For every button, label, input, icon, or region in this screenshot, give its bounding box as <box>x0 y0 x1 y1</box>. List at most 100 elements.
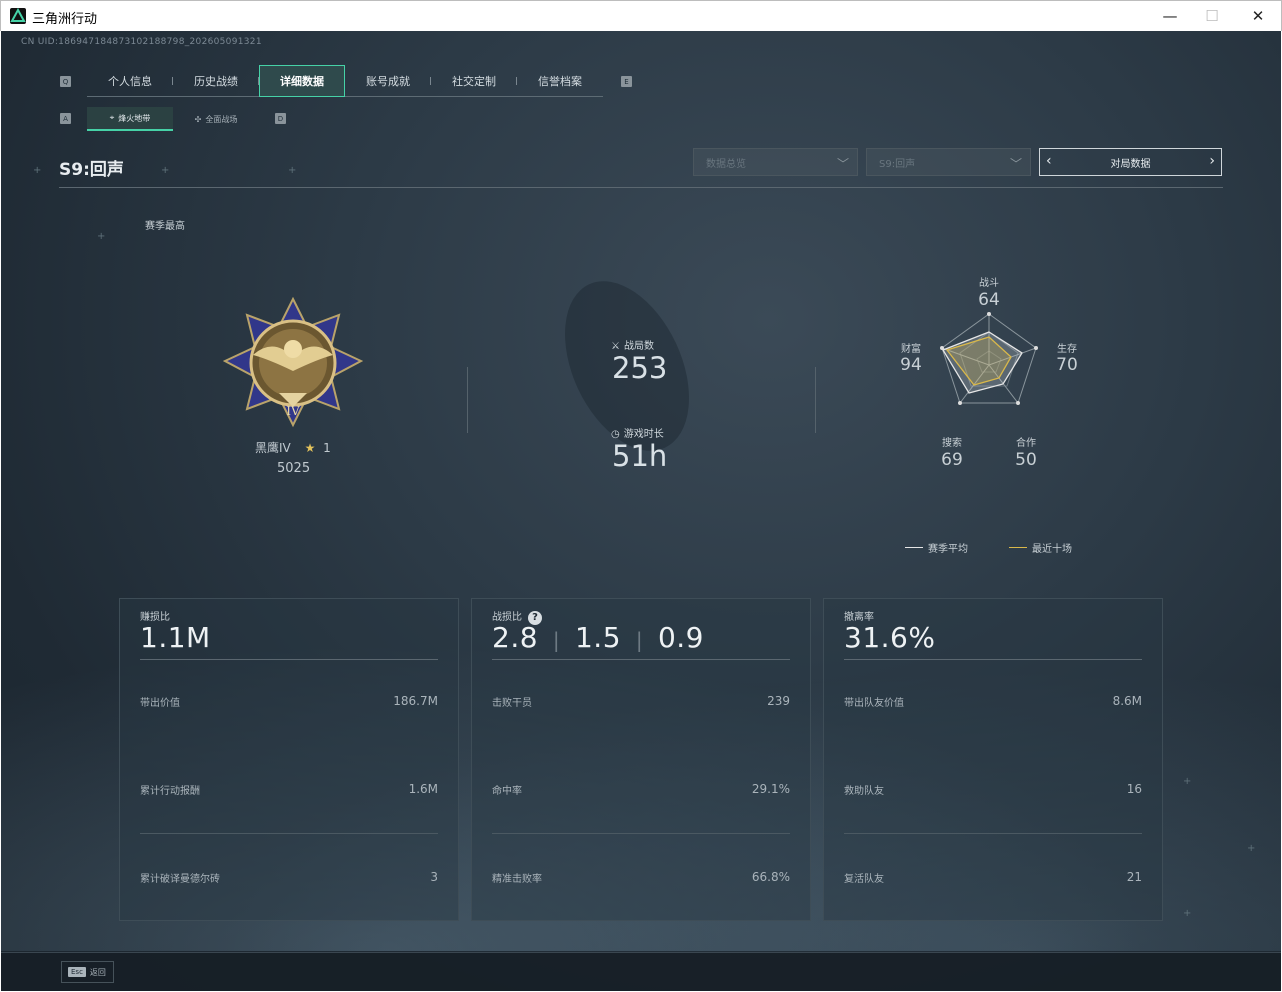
kd-value-3: 0.9 <box>657 621 704 654</box>
radar-value-search: 69 <box>941 450 963 470</box>
dropdown-value: 数据总览 <box>706 158 746 170</box>
row-label: 累计行动报酬 <box>140 786 200 797</box>
row-label: 击败干员 <box>492 698 532 709</box>
rank-name: 黑鹰IV <box>255 441 291 455</box>
window-title: 三角洲行动 <box>32 12 98 27</box>
tab-prev-key[interactable]: Q <box>60 76 71 87</box>
tab-next-key[interactable]: E <box>621 76 632 87</box>
tab-achievements[interactable]: 账号成就 <box>345 65 431 97</box>
card-row: 带出队友价值 8.6M <box>844 694 1142 709</box>
rank-medal-icon: IV <box>222 296 364 431</box>
row-value: 239 <box>767 694 790 708</box>
chevron-down-icon: ﹀ <box>836 157 849 171</box>
subtab-label: 烽火地带 <box>118 113 151 123</box>
window-titlebar: 三角洲行动 — ☐ ✕ <box>0 0 1282 31</box>
card-row: 累计破译曼德尔砖 3 <box>140 870 438 885</box>
radar-value-combat: 64 <box>978 290 1000 310</box>
legend-label: 最近十场 <box>1032 544 1072 555</box>
row-value: 1.6M <box>408 782 438 796</box>
tab-label: 个人信息 <box>108 75 152 88</box>
legend-label: 赛季平均 <box>928 544 968 555</box>
row-label: 精准击败率 <box>492 874 542 885</box>
radar-label-search: 搜索 <box>942 438 962 449</box>
season-best-label: 赛季最高 <box>145 221 185 232</box>
maximize-button[interactable]: ☐ <box>1189 1 1235 31</box>
playtime-label: ◷ 游戏时长 <box>611 425 664 440</box>
dropdown-value: S9:回声 <box>879 158 916 170</box>
card-row: 带出价值 186.7M <box>140 694 438 709</box>
row-value: 66.8% <box>751 870 790 884</box>
extract-card: 撤离率 31.6% 带出队友价值 8.6M 救助队友 16 复活队友 21 <box>823 598 1163 921</box>
playtime-value: 51h <box>612 439 668 473</box>
rank-score: 5025 <box>277 461 311 476</box>
star-icon: ★ <box>304 441 316 455</box>
close-button[interactable]: ✕ <box>1235 1 1281 31</box>
row-value: 3 <box>430 870 438 884</box>
row-value: 21 <box>1126 870 1142 884</box>
legend-recent10: 最近十场 <box>1009 540 1072 555</box>
match-data-label: 对局数据 <box>1110 158 1151 170</box>
back-label: 返回 <box>89 967 106 977</box>
radar-label-combat: 战斗 <box>979 278 999 289</box>
tab-personal-info[interactable]: 个人信息 <box>87 65 173 97</box>
row-label: 救助队友 <box>844 786 884 797</box>
row-value: 8.6M <box>1112 694 1142 708</box>
season-dropdown[interactable]: S9:回声 ﹀ <box>866 148 1031 176</box>
chevron-left-icon[interactable]: ‹ <box>1046 153 1052 169</box>
profit-card: 赚损比 1.1M 带出价值 186.7M 累计行动报酬 1.6M 累计破译曼德尔砖 3 <box>119 598 459 921</box>
card-big-value: 1.1M <box>140 621 211 654</box>
card-big-value: 31.6% <box>844 621 936 654</box>
tab-label: 历史战绩 <box>194 75 238 88</box>
tab-detailed-data[interactable]: 详细数据 <box>259 65 345 97</box>
card-row: 命中率 29.1% <box>492 782 790 797</box>
rank-stars: 1 <box>323 441 331 455</box>
match-data-selector[interactable]: ‹ 对局数据 › <box>1039 148 1222 176</box>
crosshair-icon: ✣ <box>194 114 202 124</box>
row-value: 29.1% <box>751 782 790 796</box>
matches-value: 253 <box>612 351 668 385</box>
main-tabs: 个人信息 历史战绩 详细数据 账号成就 社交定制 信誉档案 <box>87 65 603 97</box>
tab-label: 详细数据 <box>280 75 324 88</box>
row-value: 186.7M <box>393 694 438 708</box>
card-row: 累计行动报酬 1.6M <box>140 782 438 797</box>
tab-social[interactable]: 社交定制 <box>431 65 517 97</box>
card-row: 击败干员 239 <box>492 694 790 709</box>
tab-reputation[interactable]: 信誉档案 <box>517 65 603 97</box>
subtab-label: 全面战场 <box>205 114 238 124</box>
header-divider <box>59 187 1223 188</box>
mode-subtabs: ⌖ 烽火地带 ✣ 全面战场 <box>87 107 259 131</box>
row-label: 命中率 <box>492 786 522 797</box>
flame-icon: ⌖ <box>109 113 115 122</box>
row-label: 复活队友 <box>844 874 884 885</box>
card-row: 救助队友 16 <box>844 782 1142 797</box>
radar-label-survival: 生存 <box>1057 344 1077 355</box>
tab-history[interactable]: 历史战绩 <box>173 65 259 97</box>
chevron-down-icon: ﹀ <box>1009 157 1022 171</box>
radar-value-survival: 70 <box>1056 355 1078 375</box>
minimize-button[interactable]: — <box>1147 1 1193 31</box>
kd-value-2: 1.5 <box>574 621 622 654</box>
radar-label-coop: 合作 <box>1016 438 1036 449</box>
card-row: 复活队友 21 <box>844 870 1142 885</box>
radar-value-wealth: 94 <box>900 355 922 375</box>
rank-line: 黑鹰IV ★ 1 <box>255 439 331 456</box>
section-divider <box>467 367 468 433</box>
back-button[interactable]: Esc 返回 <box>61 961 114 983</box>
subtab-next-key[interactable]: D <box>275 113 286 124</box>
subtab-prev-key[interactable]: A <box>60 113 71 124</box>
svg-text:IV: IV <box>286 404 300 418</box>
row-label: 带出价值 <box>140 698 180 709</box>
row-value: 16 <box>1126 782 1142 796</box>
chevron-right-icon[interactable]: › <box>1209 153 1215 169</box>
subtab-warfare[interactable]: ✣ 全面战场 <box>173 107 259 131</box>
row-label: 累计破译曼德尔砖 <box>140 874 220 885</box>
row-label: 带出队友价值 <box>844 698 904 709</box>
data-type-dropdown[interactable]: 数据总览 ﹀ <box>693 148 858 176</box>
matches-label: ⚔ 战局数 <box>611 337 654 352</box>
tab-label: 账号成就 <box>366 75 410 88</box>
tab-label: 信誉档案 <box>538 75 582 88</box>
subtab-operations[interactable]: ⌖ 烽火地带 <box>87 107 173 131</box>
card-big-value: 2.8 | 1.5 | 0.9 <box>492 621 704 654</box>
season-title: S9:回声 <box>59 160 124 180</box>
card-row: 精准击败率 66.8% <box>492 870 790 885</box>
